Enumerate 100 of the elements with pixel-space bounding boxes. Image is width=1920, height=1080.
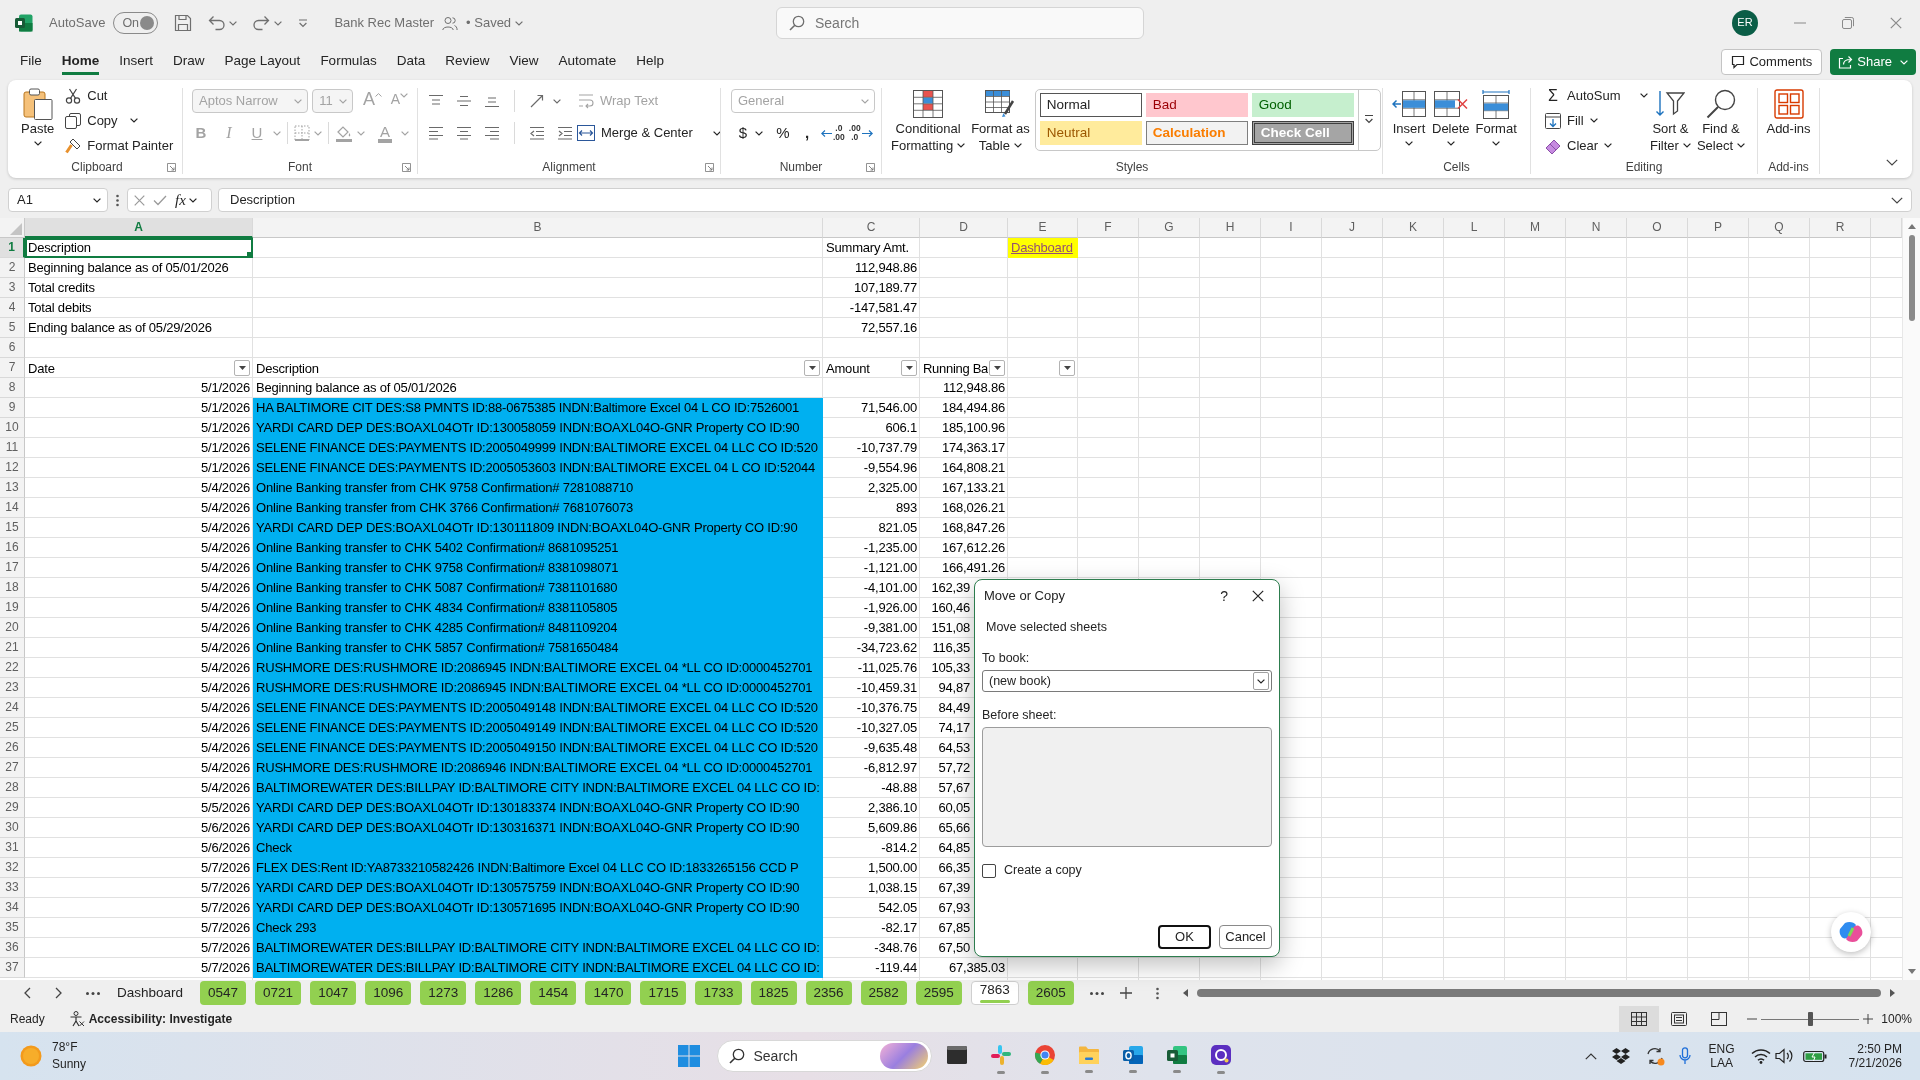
row-header[interactable]: 28 (0, 778, 25, 798)
cell-selection[interactable]: Description (25, 238, 253, 258)
row-header[interactable]: 36 (0, 938, 25, 958)
insert-function-button[interactable]: fx (175, 191, 197, 209)
vertical-dots-icon[interactable] (1155, 986, 1159, 1000)
caret-icon[interactable] (1492, 141, 1501, 146)
row-header[interactable]: 7 (0, 358, 25, 378)
scroll-left-icon[interactable] (1182, 989, 1188, 997)
row-header[interactable]: 33 (0, 878, 25, 898)
vertical-dots-icon[interactable] (116, 193, 119, 207)
caret-icon[interactable] (33, 141, 42, 146)
share-button[interactable]: Share (1830, 49, 1916, 75)
row-header[interactable]: 10 (0, 418, 25, 438)
scroll-down-icon[interactable] (1907, 969, 1916, 974)
row-header[interactable]: 6 (0, 338, 25, 358)
align-center-icon[interactable] (456, 126, 472, 140)
column-header[interactable]: M (1505, 218, 1566, 238)
ribbon-tab[interactable]: Automate (548, 47, 627, 77)
align-right-icon[interactable] (484, 126, 500, 140)
wifi-icon[interactable] (1750, 1048, 1771, 1064)
column-header[interactable]: I (1261, 218, 1322, 238)
formula-field[interactable]: Description (218, 188, 1912, 212)
increase-decimal-button[interactable]: .0 .00 (819, 121, 847, 145)
row-header[interactable]: 20 (0, 618, 25, 638)
row-header[interactable]: 29 (0, 798, 25, 818)
sheet-tab[interactable]: 0721 (255, 981, 302, 1005)
sort-filter-button[interactable]: Sort & Filter (1647, 86, 1694, 158)
ribbon-tab[interactable]: Help (626, 47, 675, 77)
row-header[interactable]: 21 (0, 638, 25, 658)
book-dropdown[interactable]: (new book) (982, 670, 1272, 692)
more-sheets-icon[interactable] (1089, 991, 1104, 995)
cell-style[interactable]: Neutral (1039, 121, 1142, 145)
dialog-launcher-icon[interactable] (167, 162, 176, 172)
increase-indent-icon[interactable] (557, 126, 573, 140)
align-bottom-icon[interactable] (484, 94, 500, 108)
fill-handle[interactable] (247, 252, 253, 258)
scroll-right-icon[interactable] (1890, 989, 1895, 997)
row-header[interactable]: 32 (0, 858, 25, 878)
row-header[interactable]: 30 (0, 818, 25, 838)
search-field[interactable]: Search (776, 7, 1144, 39)
filter-button[interactable] (804, 360, 820, 376)
accessibility-button[interactable]: Accessibility: Investigate (68, 1011, 233, 1027)
ribbon-tab[interactable]: Formulas (310, 47, 387, 77)
cancel-icon[interactable] (134, 194, 145, 206)
sheet-tab[interactable]: 1096 (365, 981, 412, 1005)
row-header[interactable]: 24 (0, 698, 25, 718)
chevron-up-icon[interactable] (1584, 1052, 1597, 1060)
caret-icon[interactable] (755, 130, 763, 136)
sheet-tab[interactable]: 2356 (805, 981, 852, 1005)
sheet-tab[interactable]: 1470 (585, 981, 632, 1005)
ribbon-tab[interactable]: Review (435, 47, 500, 77)
pinwheel-icon[interactable] (989, 1044, 1012, 1066)
sheet-tab[interactable]: 1047 (310, 981, 357, 1005)
row-header[interactable]: 9 (0, 398, 25, 418)
align-middle-icon[interactable] (456, 94, 472, 108)
column-header[interactable]: Q (1749, 218, 1810, 238)
row-header[interactable]: 35 (0, 918, 25, 938)
ribbon-tab[interactable]: Draw (163, 47, 215, 77)
clock[interactable]: 2:50 PM 7/21/2026 (1848, 1041, 1902, 1071)
sheet-tab[interactable]: 7863 (970, 981, 1019, 1005)
caret-icon[interactable] (93, 197, 101, 203)
row-header[interactable]: 27 (0, 758, 25, 778)
customize-icon[interactable] (298, 18, 309, 28)
cut-button[interactable]: Cut (61, 83, 178, 108)
add-sheet-icon[interactable] (1119, 987, 1132, 999)
zoom-slider-thumb[interactable] (1808, 1012, 1814, 1026)
create-copy-checkbox[interactable] (982, 863, 996, 878)
align-left-icon[interactable] (428, 126, 444, 140)
dialog-button[interactable]: OK (1158, 925, 1211, 949)
caret-icon[interactable] (1446, 141, 1455, 146)
cell-style[interactable]: Normal (1039, 93, 1142, 117)
filter-button[interactable] (901, 360, 917, 376)
filter-button[interactable] (989, 360, 1005, 376)
undo-icon[interactable] (208, 15, 226, 31)
sheet-tab[interactable]: 1715 (640, 981, 687, 1005)
window-icon[interactable] (945, 1045, 968, 1065)
caret-icon[interactable] (1682, 143, 1691, 148)
language-indicator[interactable]: ENG LAA (1708, 1041, 1735, 1071)
caret-icon[interactable] (188, 197, 197, 203)
help-button[interactable]: ? (1220, 587, 1228, 605)
column-header[interactable]: C (823, 218, 920, 238)
sheet-list-field[interactable] (982, 727, 1272, 847)
dialog-launcher-icon[interactable] (705, 162, 714, 172)
caret-icon[interactable] (1589, 118, 1598, 123)
vertical-scrollbar[interactable] (1902, 218, 1920, 980)
dialog-button[interactable]: Cancel (1219, 925, 1272, 949)
open-box-icon[interactable] (1610, 1047, 1631, 1065)
column-header[interactable]: N (1566, 218, 1627, 238)
dialog-launcher-icon[interactable] (402, 162, 411, 172)
copy-button[interactable]: Copy (61, 108, 122, 133)
cell-style[interactable]: Bad (1145, 93, 1248, 117)
caret-icon[interactable] (1640, 93, 1649, 98)
column-header[interactable]: A (25, 218, 253, 238)
row-header[interactable]: 17 (0, 558, 25, 578)
restore-icon[interactable] (1842, 17, 1854, 29)
previous-sheet-icon[interactable] (24, 987, 31, 999)
expand-icon[interactable] (1891, 196, 1903, 204)
speaker-icon[interactable] (1774, 1048, 1795, 1064)
column-header[interactable]: B (253, 218, 823, 238)
caret-icon[interactable] (1013, 143, 1022, 148)
